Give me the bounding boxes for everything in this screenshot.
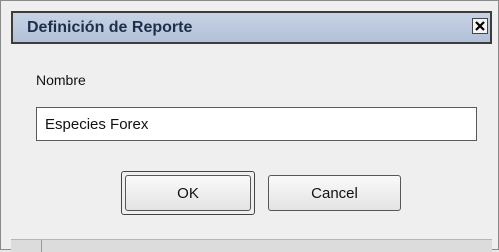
close-icon xyxy=(475,21,485,31)
ok-button[interactable]: OK xyxy=(125,175,251,211)
scrollbar-segment xyxy=(11,240,42,252)
dialog-title: Definición de Reporte xyxy=(27,19,193,36)
cancel-button[interactable]: Cancel xyxy=(268,175,401,211)
dialog-body: Nombre OK Cancel xyxy=(11,45,492,247)
report-definition-dialog: Definición de Reporte Nombre OK Cancel xyxy=(0,0,499,252)
name-label: Nombre xyxy=(36,72,86,88)
close-button[interactable] xyxy=(472,18,488,34)
bottom-scrollbar[interactable] xyxy=(11,239,492,252)
dialog-titlebar[interactable]: Definición de Reporte xyxy=(11,11,492,44)
name-field[interactable] xyxy=(36,107,477,141)
